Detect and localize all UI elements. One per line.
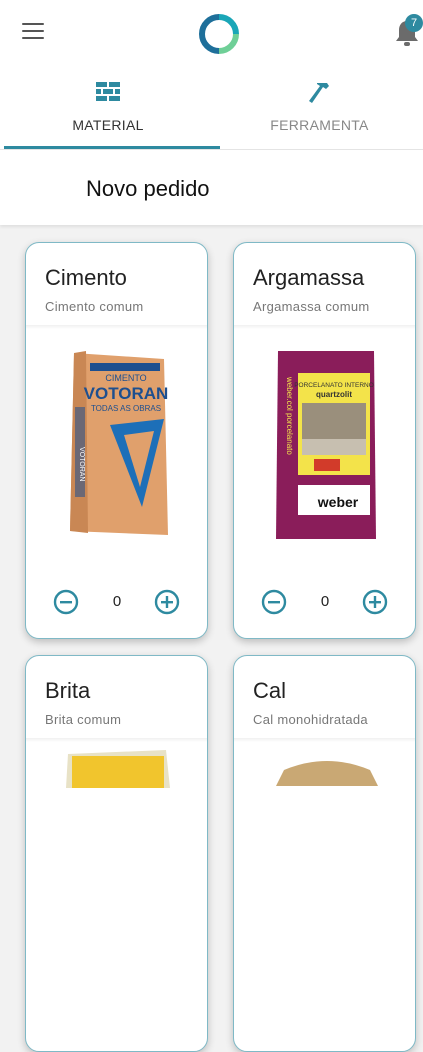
product-description: Brita comum (45, 712, 122, 727)
tab-ferramenta-label: FERRAMENTA (270, 117, 369, 133)
increase-quantity-button[interactable] (362, 589, 388, 615)
product-description: Cimento comum (45, 299, 144, 314)
cal-bag-image (276, 761, 378, 786)
cimento-bag-image: CIMENTO VOTORAN TODAS AS OBRAS VOTORAN (70, 351, 169, 535)
product-card-argamassa[interactable]: Argamassa Argamassa comum PORCELANATO IN… (233, 242, 416, 639)
tab-material[interactable]: MATERIAL (0, 66, 216, 150)
notification-badge: 7 (405, 14, 423, 32)
category-tabs: MATERIAL FERRAMENTA (0, 66, 423, 150)
page-title: Novo pedido (86, 176, 210, 201)
svg-text:weber.col porcelanato: weber.col porcelanato (285, 376, 294, 455)
app-logo (198, 13, 240, 55)
brick-wall-icon (96, 82, 120, 101)
product-name: Argamassa (253, 265, 365, 290)
quantity-value: 0 (112, 593, 122, 610)
product-card-cimento[interactable]: Cimento Cimento comum CIMENTO VOTORAN TO… (25, 242, 208, 639)
product-name: Cimento (45, 265, 127, 290)
quantity-stepper: 0 (26, 589, 207, 615)
svg-text:weber: weber (317, 494, 359, 510)
svg-text:CIMENTO: CIMENTO (105, 373, 146, 383)
product-description: Argamassa comum (253, 299, 370, 314)
tab-ferramenta[interactable]: FERRAMENTA (216, 66, 423, 150)
argamassa-bag-image: PORCELANATO INTERNO quartzolit weber web… (276, 351, 376, 539)
increase-quantity-button[interactable] (154, 589, 180, 615)
svg-text:quartzolit: quartzolit (316, 390, 352, 399)
tab-material-label: MATERIAL (72, 117, 144, 133)
brita-bag-image (66, 750, 170, 788)
product-name: Cal (253, 678, 287, 703)
product-card-brita[interactable]: Brita Brita comum (25, 655, 208, 1052)
product-description: Cal monohidratada (253, 712, 368, 727)
svg-text:TODAS AS OBRAS: TODAS AS OBRAS (91, 404, 161, 413)
product-card-cal[interactable]: Cal Cal monohidratada (233, 655, 416, 1052)
quantity-stepper: 0 (234, 589, 415, 615)
product-name: Brita (45, 678, 91, 703)
decrease-quantity-button[interactable] (53, 589, 79, 615)
svg-text:VOTORAN: VOTORAN (78, 447, 85, 482)
hamburger-menu-icon[interactable] (22, 23, 44, 39)
svg-text:VOTORAN: VOTORAN (84, 384, 169, 403)
hammer-icon (308, 83, 329, 103)
quantity-value: 0 (320, 593, 330, 610)
page-header: Novo pedido (0, 150, 423, 225)
top-app-bar: 7 (0, 0, 423, 66)
svg-text:PORCELANATO INTERNO: PORCELANATO INTERNO (294, 382, 374, 389)
decrease-quantity-button[interactable] (261, 589, 287, 615)
